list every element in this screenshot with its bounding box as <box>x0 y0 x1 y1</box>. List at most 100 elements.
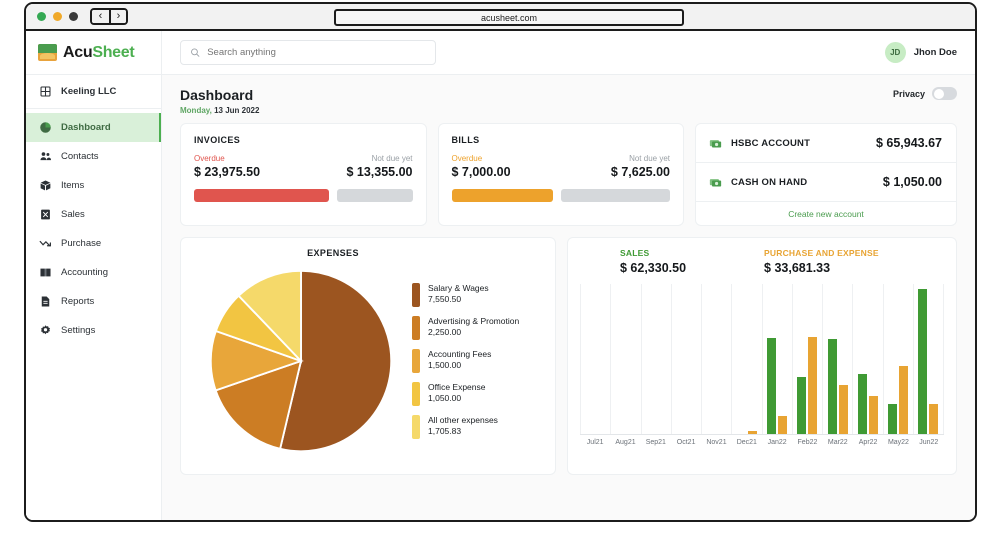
url-bar[interactable]: acusheet.com <box>334 9 684 26</box>
legend-label: Advertising & Promotion <box>428 315 520 326</box>
x-axis-label: Dec21 <box>736 439 757 446</box>
account-name: HSBC ACCOUNT <box>731 137 811 149</box>
bar-group[interactable] <box>701 284 731 434</box>
organization-selector[interactable]: Keeling LLC <box>26 75 161 109</box>
legend-item[interactable]: Accounting Fees 1,500.00 <box>412 348 519 373</box>
sidebar-item-dashboard[interactable]: Dashboard <box>26 113 161 142</box>
purchase-series-label: PURCHASE AND EXPENSE <box>764 248 879 258</box>
bar-group[interactable] <box>640 284 671 434</box>
box-icon <box>40 180 51 191</box>
sales-bar[interactable] <box>767 337 777 434</box>
search-box[interactable] <box>180 40 436 65</box>
main-area: JD Jhon Doe Dashboard Monday, 13 Jun 202… <box>162 31 975 520</box>
privacy-toggle[interactable] <box>932 87 957 100</box>
page-date-rest: 13 Jun 2022 <box>214 106 260 115</box>
x-axis-label: Jul21 <box>586 439 604 446</box>
sales-purchase-card: SALES $ 62,330.50 PURCHASE AND EXPENSE $… <box>567 237 957 475</box>
forward-icon[interactable]: › <box>109 10 126 23</box>
bar-group[interactable] <box>670 284 701 434</box>
window-controls[interactable] <box>37 12 78 21</box>
window-minimize-icon[interactable] <box>53 12 62 21</box>
bar-group[interactable] <box>852 284 882 434</box>
purchase-trend-icon <box>39 240 51 247</box>
card-title: INVOICES <box>194 135 241 145</box>
legend-item[interactable]: Office Expense 1,050.00 <box>412 381 519 406</box>
pie-chart[interactable] <box>193 267 408 455</box>
sidebar-item-accounting[interactable]: Accounting <box>26 258 161 287</box>
bar-group[interactable] <box>912 284 944 434</box>
purchase-bar[interactable] <box>899 366 909 434</box>
privacy-toggle-knob <box>933 88 944 99</box>
x-axis-label: Jan22 <box>767 439 787 446</box>
bar-group[interactable] <box>791 284 822 434</box>
x-axis-label: Oct21 <box>676 439 696 446</box>
create-new-account-link[interactable]: Create new account <box>696 202 956 225</box>
sales-bar[interactable] <box>918 289 928 434</box>
bar-group[interactable] <box>822 284 852 434</box>
brand-name: AcuSheet <box>63 44 135 62</box>
navigation-buttons[interactable]: ‹ › <box>90 8 128 25</box>
purchase-bar[interactable] <box>808 336 818 434</box>
kpi-values: $ 7,000.00 $ 7,625.00 <box>452 165 671 179</box>
purchase-bar[interactable] <box>838 385 848 434</box>
expenses-card: EXPENSES Salary & Wages 7,550.50 Advertisi… <box>180 237 556 475</box>
sidebar-item-contacts[interactable]: Contacts <box>26 142 161 171</box>
notdue-value: $ 7,625.00 <box>610 165 670 179</box>
purchase-bar[interactable] <box>929 404 939 434</box>
bar-group[interactable] <box>580 284 610 434</box>
page-header: Dashboard Monday, 13 Jun 2022 Privacy <box>162 75 975 123</box>
brand-logo[interactable]: AcuSheet <box>26 31 161 75</box>
page-date: Monday, 13 Jun 2022 <box>180 106 259 115</box>
legend-item[interactable]: All other expenses 1,705.83 <box>412 414 519 439</box>
series-totals: SALES $ 62,330.50 PURCHASE AND EXPENSE $… <box>580 248 944 275</box>
page-title: Dashboard <box>180 87 254 103</box>
user-menu[interactable]: JD Jhon Doe <box>884 42 957 63</box>
privacy-control[interactable]: Privacy <box>893 87 957 100</box>
x-axis-label: Sep21 <box>645 439 666 446</box>
expenses-chart-body: Salary & Wages 7,550.50 Advertising & Prom… <box>193 258 543 463</box>
bar-group[interactable] <box>761 284 792 434</box>
back-icon[interactable]: ‹ <box>92 10 109 23</box>
account-row[interactable]: CASH ON HAND $ 1,050.00 <box>696 163 956 202</box>
search-input[interactable] <box>207 47 426 58</box>
sidebar-item-label: Items <box>61 180 85 191</box>
organization-label: Keeling LLC <box>61 86 117 97</box>
card-title: BILLS <box>451 135 480 145</box>
pie-chart-svg <box>209 269 392 452</box>
sidebar-item-label: Dashboard <box>61 122 111 133</box>
window-close-icon[interactable] <box>37 12 46 21</box>
sidebar-item-reports[interactable]: Reports <box>26 287 161 316</box>
legend-value: 1,050.00 <box>428 392 462 403</box>
sidebar-item-label: Contacts <box>61 151 99 162</box>
bar-group[interactable] <box>882 284 913 434</box>
sidebar-item-settings[interactable]: Settings <box>26 316 161 345</box>
purchase-bar[interactable] <box>868 395 878 434</box>
sidebar-item-sales[interactable]: Sales <box>26 200 161 229</box>
sales-bar[interactable] <box>857 373 867 434</box>
bar-chart[interactable] <box>580 284 944 434</box>
bar-group[interactable] <box>731 284 761 434</box>
search-icon <box>191 48 200 57</box>
x-axis-label: Feb22 <box>797 439 818 446</box>
sales-bar[interactable] <box>827 339 837 434</box>
window-maximize-icon[interactable] <box>69 12 78 21</box>
purchase-bar[interactable] <box>747 430 757 434</box>
legend-swatch-icon <box>412 381 420 406</box>
legend-item[interactable]: Salary & Wages 7,550.50 <box>412 282 519 307</box>
sidebar-item-label: Settings <box>61 325 96 336</box>
legend-value: 2,250.00 <box>428 326 462 337</box>
notdue-bar <box>336 189 413 202</box>
sales-bar[interactable] <box>797 376 807 434</box>
kpi-values: $ 23,975.50 $ 13,355.00 <box>194 165 413 179</box>
purchase-bar[interactable] <box>778 416 788 434</box>
bills-card: BILLS Overdue Not due yet $ 7,000.00 $ 7… <box>437 123 684 226</box>
bar-group[interactable] <box>610 284 640 434</box>
legend-value: 1,705.83 <box>428 425 462 436</box>
sidebar-item-items[interactable]: Items <box>26 171 161 200</box>
account-row[interactable]: HSBC ACCOUNT $ 65,943.67 <box>696 124 956 163</box>
legend-item[interactable]: Advertising & Promotion 2,250.00 <box>412 315 520 340</box>
sidebar-item-label: Sales <box>61 209 85 220</box>
legend-swatch-icon <box>412 315 420 340</box>
x-axis-label: Aug21 <box>615 439 636 446</box>
sales-bar[interactable] <box>888 404 898 434</box>
